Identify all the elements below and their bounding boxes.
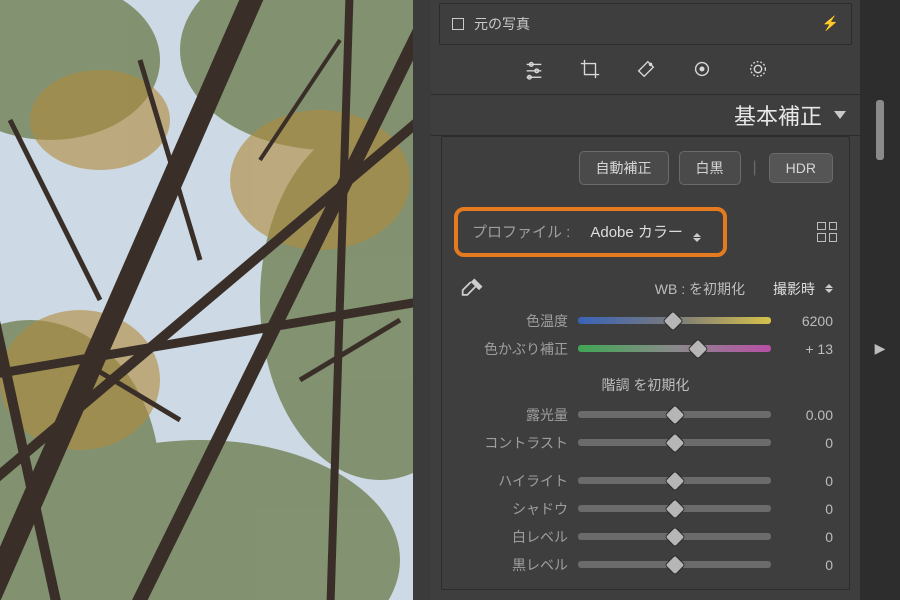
collapse-icon bbox=[834, 111, 846, 119]
tint-slider[interactable] bbox=[578, 340, 771, 358]
profile-browser-icon[interactable] bbox=[817, 222, 837, 242]
tone-header[interactable]: 階調 を初期化 bbox=[442, 363, 849, 401]
crop-icon[interactable] bbox=[579, 58, 601, 80]
button-separator: | bbox=[753, 159, 757, 177]
basic-panel-header[interactable]: 基本補正 bbox=[431, 94, 860, 136]
white-slider[interactable] bbox=[578, 528, 771, 546]
square-icon bbox=[452, 18, 464, 30]
exposure-slider[interactable] bbox=[578, 406, 771, 424]
updown-icon bbox=[693, 233, 701, 243]
black-slider[interactable] bbox=[578, 556, 771, 574]
preview-image[interactable] bbox=[0, 0, 413, 600]
right-edge: ▶ bbox=[860, 0, 900, 600]
temp-label: 色温度 bbox=[458, 311, 568, 331]
tint-value[interactable]: + 13 bbox=[781, 341, 833, 357]
profile-label: プロファイル : bbox=[472, 221, 570, 242]
bolt-icon: ⚡ bbox=[822, 15, 839, 32]
profile-dropdown[interactable]: Adobe カラー bbox=[590, 221, 701, 243]
hdr-button[interactable]: HDR bbox=[769, 153, 833, 183]
slider-white: 白レベル 0 bbox=[442, 523, 849, 551]
eyedropper-icon[interactable] bbox=[458, 275, 486, 303]
highlight-slider[interactable] bbox=[578, 472, 771, 490]
original-photo-row[interactable]: 元の写真 ⚡ bbox=[439, 3, 852, 45]
radial-icon[interactable] bbox=[747, 58, 769, 80]
original-photo-label: 元の写真 bbox=[474, 14, 530, 34]
slider-black: 黒レベル 0 bbox=[442, 551, 849, 579]
auto-button[interactable]: 自動補正 bbox=[579, 151, 669, 185]
slider-contrast: コントラスト 0 bbox=[442, 429, 849, 457]
tool-strip bbox=[431, 45, 860, 95]
temp-value[interactable]: 6200 bbox=[781, 313, 833, 329]
wb-label[interactable]: WB : を初期化 bbox=[655, 279, 745, 299]
slider-exposure: 露光量 0.00 bbox=[442, 401, 849, 429]
panel-scrollbar[interactable] bbox=[876, 100, 884, 160]
temp-slider[interactable] bbox=[578, 312, 771, 330]
profile-highlight: プロファイル : Adobe カラー bbox=[454, 207, 727, 257]
bw-button[interactable]: 白黒 bbox=[679, 151, 741, 185]
slider-shadow: シャドウ 0 bbox=[442, 495, 849, 523]
basic-panel-title: 基本補正 bbox=[734, 99, 822, 131]
slider-temp: 色温度 6200 bbox=[442, 307, 849, 335]
slider-highlight: ハイライト 0 bbox=[442, 467, 849, 495]
slider-tint: 色かぶり補正 + 13 bbox=[442, 335, 849, 363]
mask-icon[interactable] bbox=[691, 58, 713, 80]
shadow-slider[interactable] bbox=[578, 500, 771, 518]
tint-label: 色かぶり補正 bbox=[458, 339, 568, 359]
adjust-icon[interactable] bbox=[523, 58, 545, 80]
wb-preset-dropdown[interactable]: 撮影時 bbox=[773, 279, 833, 299]
expand-arrow-icon[interactable]: ▶ bbox=[875, 340, 886, 357]
develop-panel: 元の写真 ⚡ 基本補正 自動補正 白黒 | HDR プロファイル bbox=[431, 0, 860, 600]
heal-icon[interactable] bbox=[635, 58, 657, 80]
panel-divider[interactable] bbox=[413, 0, 431, 600]
contrast-slider[interactable] bbox=[578, 434, 771, 452]
